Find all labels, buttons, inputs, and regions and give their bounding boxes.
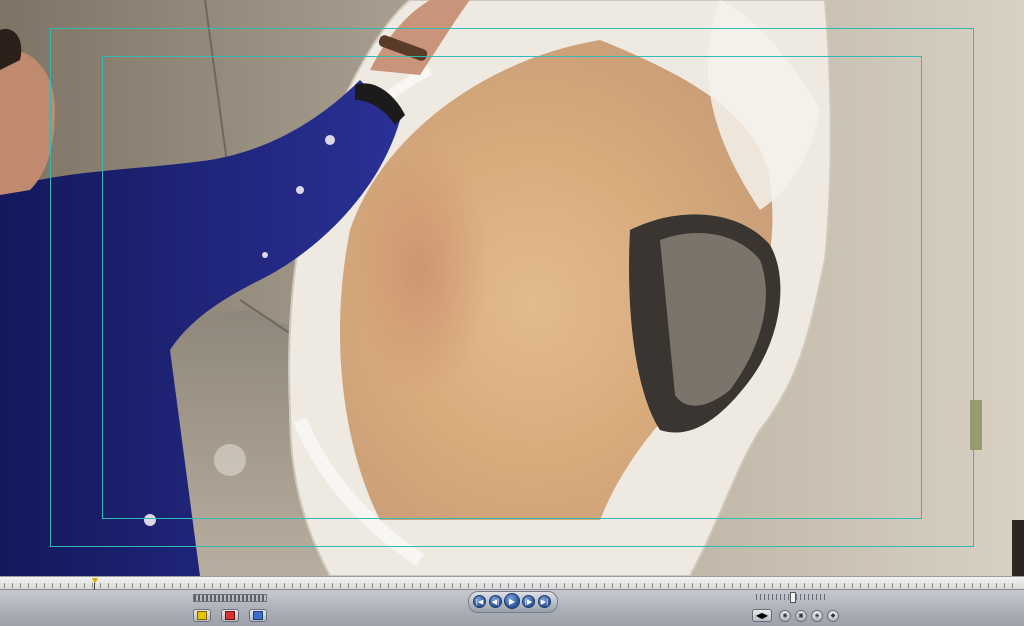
mark-in-icon [197, 611, 207, 620]
play-around-button[interactable]: |▶ [522, 595, 535, 608]
mark-in-button[interactable] [193, 609, 211, 622]
previous-edit-icon: |◀ [475, 598, 484, 606]
playhead-line [94, 583, 95, 590]
overwrite-edit-button[interactable]: ◉ [779, 610, 791, 622]
next-edit-button[interactable]: ▶| [538, 595, 551, 608]
play-in-out-icon: ◀| [491, 598, 500, 606]
fit-to-fill-button[interactable]: ◈ [811, 610, 823, 622]
play-button[interactable]: ▶ [504, 593, 520, 609]
transport-controls: |◀ ◀| ▶ |▶ ▶| [468, 591, 558, 613]
match-frame-button[interactable] [249, 609, 267, 622]
audio-icon: ◆ [830, 612, 836, 619]
insert-icon: ◀▶ [755, 611, 769, 620]
transport-control-bar: |◀ ◀| ▶ |▶ ▶| ◀▶ ◉ ▣ ◈ ◆ [0, 590, 1024, 626]
playhead-icon[interactable] [92, 578, 98, 584]
next-edit-icon: ▶| [540, 598, 549, 606]
insert-edit-button[interactable]: ◀▶ [752, 609, 772, 622]
play-around-icon: |▶ [524, 598, 533, 606]
canvas-viewer[interactable] [0, 0, 1024, 576]
previous-edit-button[interactable]: |◀ [473, 595, 486, 608]
timeline-scrubber[interactable] [0, 576, 1024, 590]
replace-icon: ▣ [798, 612, 804, 619]
shuttle-control[interactable] [193, 594, 267, 602]
mark-clip-icon [225, 611, 235, 620]
fit-icon: ◈ [814, 612, 820, 619]
overwrite-icon: ◉ [782, 612, 788, 619]
mark-clip-button[interactable] [221, 609, 239, 622]
replace-edit-button[interactable]: ▣ [795, 610, 807, 622]
video-frame [0, 0, 1024, 576]
play-in-to-out-button[interactable]: ◀| [489, 595, 502, 608]
play-icon: ▶ [508, 597, 516, 606]
jog-knob[interactable] [790, 592, 796, 603]
superimpose-button[interactable]: ◆ [827, 610, 839, 622]
scrubber-ticks [4, 583, 1020, 588]
match-frame-icon [253, 611, 263, 620]
